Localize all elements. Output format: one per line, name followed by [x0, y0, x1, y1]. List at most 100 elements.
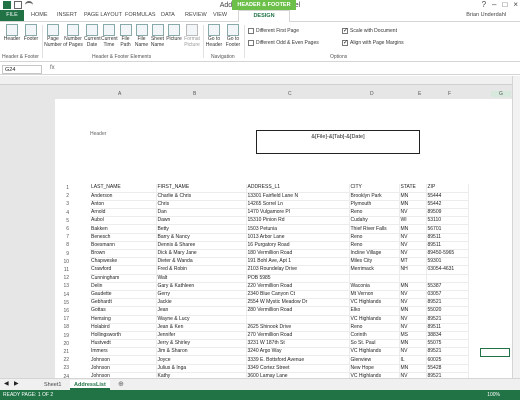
- new-sheet-icon[interactable]: ⊕: [118, 380, 124, 388]
- table-cell[interactable]: [426, 274, 469, 283]
- table-cell[interactable]: Gary & Kathleen: [156, 282, 247, 291]
- go-to-header-button[interactable]: Go to Header: [205, 24, 223, 48]
- table-cell[interactable]: FIRST_NAME: [156, 184, 247, 193]
- table-cell[interactable]: 3349 Cortez Street: [246, 364, 350, 373]
- table-cell[interactable]: CITY: [349, 184, 400, 193]
- go-to-footer-button[interactable]: Go to Footer: [224, 24, 242, 48]
- table-cell[interactable]: Corinth: [349, 331, 400, 341]
- table-cell[interactable]: Incline Village: [349, 249, 400, 259]
- file-path-button[interactable]: File Path: [118, 24, 133, 48]
- table-cell[interactable]: 2554 W Mystic Meadow Dr: [246, 298, 350, 308]
- tab-page-layout[interactable]: PAGE LAYOUT: [84, 12, 122, 18]
- table-cell[interactable]: Reno: [349, 241, 400, 251]
- table-cell[interactable]: NV: [399, 315, 427, 324]
- table-cell[interactable]: 38834: [426, 331, 469, 341]
- sheet-tab-addresslist[interactable]: AddressList: [70, 380, 110, 390]
- tab-file[interactable]: FILE: [0, 10, 24, 21]
- table-cell[interactable]: NV: [399, 347, 427, 357]
- page-number-button[interactable]: Page Number: [44, 24, 62, 48]
- tab-review[interactable]: REVIEW: [185, 12, 207, 18]
- table-cell[interactable]: NV: [399, 323, 427, 332]
- table-cell[interactable]: Hollingsworth: [90, 331, 157, 341]
- scale-with-document-checkbox[interactable]: Scale with Document: [342, 27, 397, 34]
- table-cell[interactable]: ADDRESS_L1: [246, 184, 350, 193]
- table-cell[interactable]: Anton: [90, 200, 157, 210]
- table-cell[interactable]: 220 Vermillion Road: [246, 282, 350, 291]
- table-cell[interactable]: NV: [399, 208, 427, 218]
- column-header-e[interactable]: E: [418, 91, 421, 97]
- row-number[interactable]: 17: [55, 315, 69, 323]
- table-cell[interactable]: 89511: [426, 323, 469, 332]
- row-number[interactable]: 4: [55, 209, 69, 217]
- table-cell[interactable]: 13301 Fairfield Lane N: [246, 192, 350, 201]
- table-cell[interactable]: Glenview: [349, 355, 400, 365]
- selected-cell[interactable]: [480, 348, 510, 357]
- table-cell[interactable]: Elko: [349, 306, 400, 316]
- table-cell[interactable]: MN: [399, 306, 427, 316]
- table-cell[interactable]: 03054-4631: [426, 265, 469, 275]
- row-number[interactable]: 5: [55, 217, 69, 225]
- table-cell[interactable]: 2103 Roundelay Drive: [246, 265, 350, 275]
- table-cell[interactable]: Gerry: [156, 290, 247, 300]
- table-cell[interactable]: Reno: [349, 233, 400, 242]
- table-cell[interactable]: Plymouth: [349, 200, 400, 210]
- table-cell[interactable]: Jim & Sharon: [156, 347, 247, 357]
- table-cell[interactable]: MN: [399, 282, 427, 291]
- row-number[interactable]: 15: [55, 299, 69, 307]
- table-cell[interactable]: 55020: [426, 306, 469, 316]
- table-cell[interactable]: 89521: [426, 298, 469, 308]
- table-cell[interactable]: Aubol: [90, 216, 157, 226]
- table-cell[interactable]: Hemsing: [90, 315, 157, 324]
- table-cell[interactable]: 2625 Shinook Drive: [246, 323, 350, 332]
- tab-view[interactable]: VIEW: [213, 12, 227, 18]
- table-cell[interactable]: 14265 Sorrel Ln: [246, 200, 350, 210]
- row-number[interactable]: 6: [55, 225, 69, 233]
- table-cell[interactable]: Johnson: [90, 364, 157, 373]
- table-cell[interactable]: Reno: [349, 208, 400, 218]
- table-cell[interactable]: 89521: [426, 315, 469, 324]
- table-cell[interactable]: Barry & Nancy: [156, 233, 247, 242]
- row-number[interactable]: 1: [55, 184, 69, 192]
- table-cell[interactable]: MN: [399, 200, 427, 210]
- tab-formulas[interactable]: FORMULAS: [125, 12, 156, 18]
- table-cell[interactable]: Cudahy: [349, 216, 400, 226]
- table-cell[interactable]: 60025: [426, 355, 469, 365]
- fx-icon[interactable]: fx: [50, 65, 55, 71]
- table-cell[interactable]: So St. Paul: [349, 339, 400, 349]
- table-cell[interactable]: Jackie: [156, 298, 247, 308]
- table-cell[interactable]: POB 5985: [246, 274, 350, 283]
- row-number[interactable]: 10: [55, 258, 69, 266]
- table-cell[interactable]: 3339 E. Bottsford Avenue: [246, 355, 350, 365]
- table-cell[interactable]: [399, 274, 427, 283]
- tab-insert[interactable]: INSERT: [57, 12, 77, 18]
- table-cell[interactable]: 1013 Arbor Lane: [246, 233, 350, 242]
- table-cell[interactable]: Reno: [349, 323, 400, 332]
- footer-button[interactable]: Footer: [22, 24, 40, 43]
- minimize-icon[interactable]: –: [492, 0, 496, 9]
- table-cell[interactable]: Chris: [156, 200, 247, 210]
- row-number[interactable]: 22: [55, 356, 69, 364]
- table-cell[interactable]: 191 Bohl Ave, Apt 1: [246, 257, 350, 267]
- table-cell[interactable]: 53110: [426, 216, 469, 226]
- column-header-f[interactable]: F: [448, 91, 451, 97]
- tab-data[interactable]: DATA: [161, 12, 175, 18]
- table-cell[interactable]: Thief River Falls: [349, 224, 400, 234]
- table-cell[interactable]: 03057: [426, 290, 469, 300]
- table-cell[interactable]: MN: [399, 339, 427, 349]
- current-date-button[interactable]: Current Date: [84, 24, 101, 48]
- scroll-prev-sheet-icon[interactable]: ◀: [4, 380, 9, 387]
- table-cell[interactable]: LAST_NAME: [90, 184, 157, 193]
- table-cell[interactable]: 89521: [426, 347, 469, 357]
- table-cell[interactable]: IL: [399, 355, 427, 365]
- table-cell[interactable]: Cunningham: [90, 274, 157, 283]
- tab-home[interactable]: HOME: [31, 12, 48, 18]
- user-name[interactable]: Brian Underdahl: [466, 12, 506, 18]
- header-button[interactable]: Header: [3, 24, 21, 43]
- table-cell[interactable]: Waconia: [349, 282, 400, 291]
- table-cell[interactable]: New Hope: [349, 364, 400, 373]
- table-cell[interactable]: Dan: [156, 208, 247, 218]
- table-cell[interactable]: Arnold: [90, 208, 157, 218]
- table-cell[interactable]: MS: [399, 331, 427, 341]
- row-number[interactable]: 12: [55, 274, 69, 282]
- column-header-g[interactable]: G: [491, 91, 511, 97]
